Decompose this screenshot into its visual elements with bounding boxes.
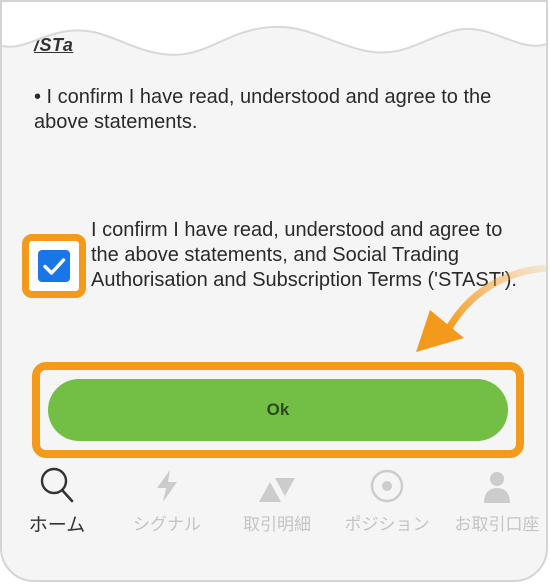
lightning-icon	[154, 460, 180, 504]
agree-checkbox[interactable]	[38, 250, 70, 282]
tab-account-label: お取引口座	[454, 515, 540, 534]
confirmation-statement: • I confirm I have read, understood and …	[34, 86, 492, 133]
tab-account[interactable]: お取引口座	[442, 460, 546, 540]
tab-signal-label: シグナル	[133, 515, 201, 534]
torn-edge	[2, 2, 546, 56]
bottom-tab-bar: ホーム シグナル 取引明細 ポジション お取引口座	[2, 460, 546, 550]
tab-positions[interactable]: ポジション	[332, 460, 442, 540]
arrow-icon	[416, 264, 546, 352]
tab-home[interactable]: ホーム	[2, 460, 112, 540]
tab-trade-history[interactable]: 取引明細	[222, 460, 332, 540]
phone-screen: /STa • I confirm I have read, understood…	[0, 0, 548, 582]
search-icon	[39, 460, 75, 504]
target-icon	[369, 460, 405, 504]
checkmark-icon	[43, 258, 66, 275]
tab-signal[interactable]: シグナル	[112, 460, 222, 540]
tab-trade-history-label: 取引明細	[243, 515, 311, 534]
tab-home-label: ホーム	[28, 515, 86, 536]
checkbox-highlight	[22, 234, 86, 298]
tab-positions-label: ポジション	[344, 515, 430, 534]
person-icon	[481, 460, 513, 504]
ok-button[interactable]: Ok	[48, 379, 508, 441]
triangles-icon	[257, 460, 297, 504]
